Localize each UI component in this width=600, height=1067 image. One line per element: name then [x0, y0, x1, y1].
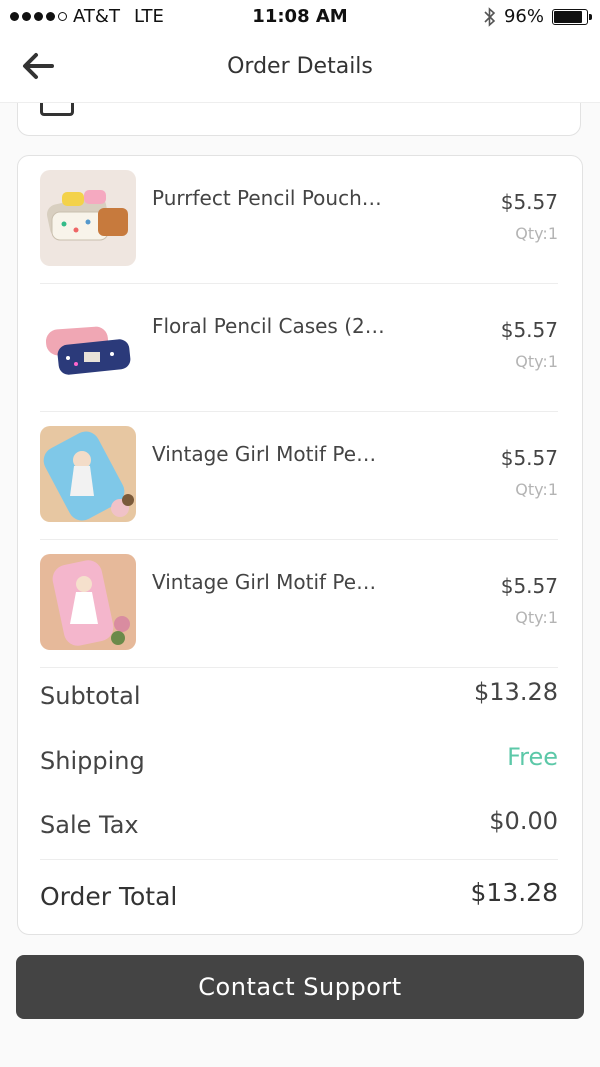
tax-row: Sale Tax $0.00 [40, 807, 558, 847]
battery-icon [552, 8, 592, 25]
tax-value: $0.00 [489, 807, 558, 835]
shipping-label: Shipping [40, 747, 145, 775]
order-item[interactable]: Purrfect Pencil Pouches (2 pack) $5.57 Q… [40, 156, 558, 284]
order-total-label: Order Total [40, 882, 178, 911]
item-qty: Qty:1 [515, 480, 558, 499]
order-item[interactable]: Floral Pencil Cases (2 pack) $5.57 Qty:1 [40, 284, 558, 412]
item-name: Vintage Girl Motif Pencil Case in... [152, 442, 388, 466]
order-card: Purrfect Pencil Pouches (2 pack) $5.57 Q… [17, 155, 583, 935]
product-image [40, 426, 136, 522]
order-item[interactable]: Vintage Girl Motif Pencil Case in... $5.… [40, 540, 558, 668]
item-price: $5.57 [500, 574, 558, 598]
divider [40, 859, 558, 860]
order-total-value: $13.28 [470, 878, 558, 907]
battery-percent: 96% [503, 6, 544, 27]
shipping-row: Shipping Free [40, 743, 558, 783]
item-name: Vintage Girl Motif Pencil Case in... [152, 570, 388, 594]
product-image [40, 170, 136, 266]
shipping-value: Free [507, 743, 558, 771]
page-title: Order Details [227, 54, 373, 79]
item-price: $5.57 [500, 446, 558, 470]
tax-label: Sale Tax [40, 811, 139, 839]
subtotal-value: $13.28 [474, 678, 558, 706]
status-right: 96% [484, 6, 592, 27]
bluetooth-icon [484, 6, 496, 27]
order-item[interactable]: Vintage Girl Motif Pencil Case in... $5.… [40, 412, 558, 540]
item-name: Purrfect Pencil Pouches (2 pack) [152, 186, 388, 210]
item-qty: Qty:1 [515, 352, 558, 371]
nav-bar: Order Details [0, 34, 600, 103]
item-qty: Qty:1 [515, 608, 558, 627]
item-price: $5.57 [500, 190, 558, 214]
item-price: $5.57 [500, 318, 558, 342]
subtotal-label: Subtotal [40, 682, 141, 710]
status-bar: AT&T LTE 11:08 AM 96% [0, 0, 600, 34]
product-image [40, 554, 136, 650]
item-qty: Qty:1 [515, 224, 558, 243]
contact-support-button[interactable]: Contact Support [16, 955, 584, 1019]
product-image [40, 298, 136, 394]
divider [40, 667, 558, 668]
item-name: Floral Pencil Cases (2 pack) [152, 314, 388, 338]
order-total-row: Order Total $13.28 [40, 878, 558, 918]
subtotal-row: Subtotal $13.28 [40, 678, 558, 718]
